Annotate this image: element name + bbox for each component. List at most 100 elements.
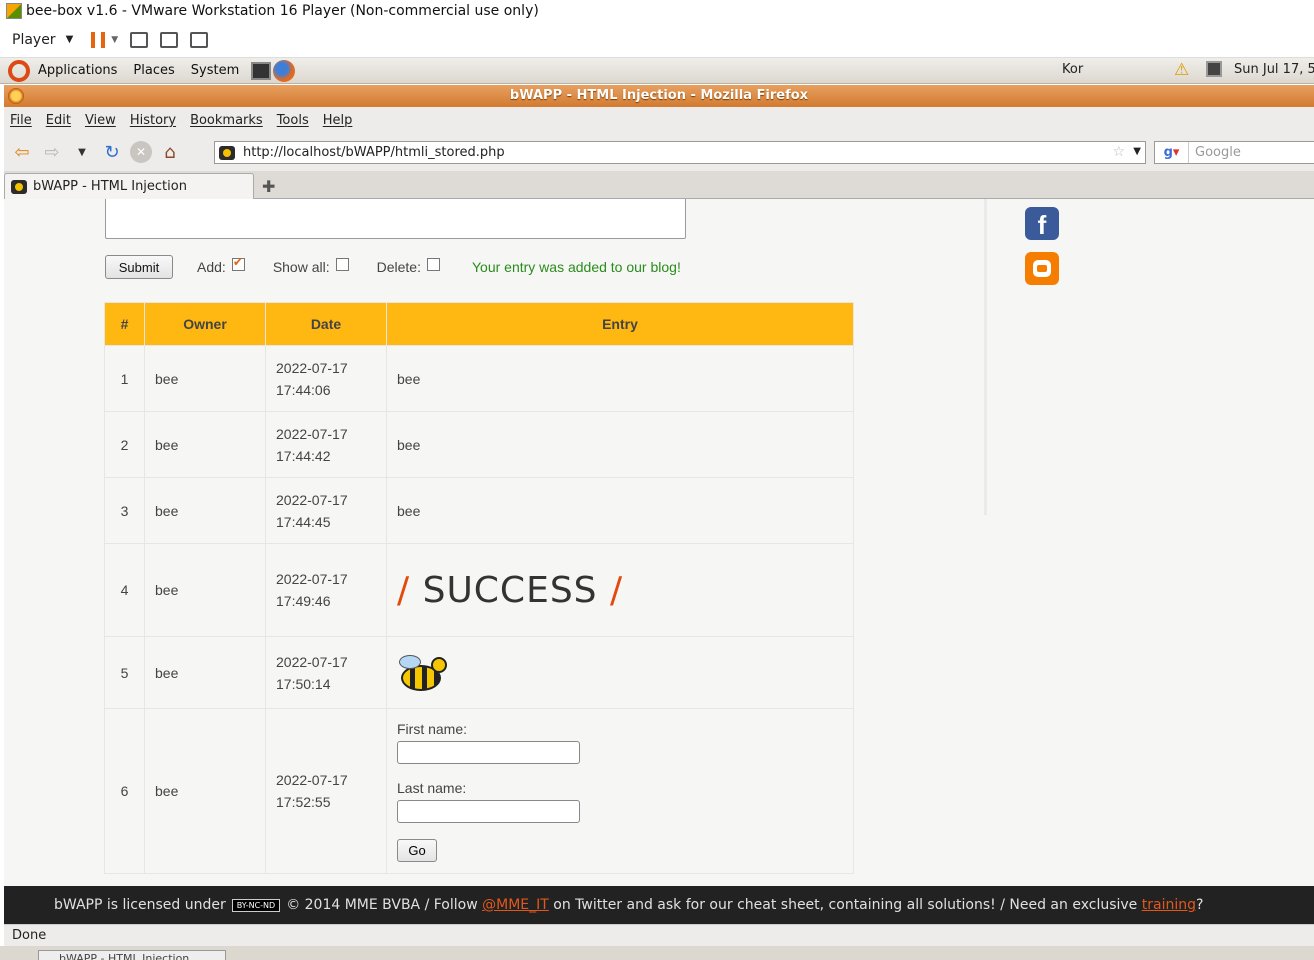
status-bar: Done: [4, 924, 1314, 946]
row-date-time: 17:44:42: [276, 447, 331, 464]
show-all-label: Show all:: [272, 259, 330, 275]
add-label: Add:: [197, 259, 226, 275]
row-date: 2022-07-17 17:52:55: [265, 708, 387, 874]
new-tab-icon[interactable]: ✚: [262, 177, 275, 196]
vmware-titlebar: bee-box v1.6 - VMware Workstation 16 Pla…: [0, 0, 1314, 22]
window-title: bWAPP - HTML Injection - Mozilla Firefox: [509, 88, 809, 103]
row-num: 3: [104, 477, 145, 544]
tab-bwapp-html-injection[interactable]: bWAPP - HTML Injection: [4, 173, 254, 199]
places-menu[interactable]: Places: [133, 63, 174, 78]
url-text[interactable]: http://localhost/bWAPP/htmli_stored.php: [243, 145, 505, 160]
menu-history[interactable]: History: [130, 113, 176, 128]
menu-tools[interactable]: Tools: [277, 113, 309, 128]
system-menu[interactable]: System: [191, 63, 239, 78]
training-link[interactable]: training: [1142, 897, 1196, 913]
last-name-input[interactable]: [397, 799, 580, 823]
delete-checkbox[interactable]: [426, 257, 440, 271]
row-date: 2022-07-17 17:44:42: [265, 411, 387, 478]
blogger-icon[interactable]: [1025, 252, 1059, 285]
pause-dropdown-icon[interactable]: ▼: [111, 35, 118, 45]
applications-menu[interactable]: Applications: [38, 63, 117, 78]
entry-textarea[interactable]: [105, 199, 686, 239]
row-entry: First name: Last name: Go: [386, 708, 854, 874]
vmware-toolbar: Player ▼ ▼: [0, 22, 1314, 58]
google-engine-icon[interactable]: g ▾: [1155, 142, 1189, 163]
blog-table: # Owner Date Entry 1 bee 2022-07-17 17:4…: [104, 302, 854, 874]
row-entry: [386, 636, 854, 709]
row-date-time: 17:44:06: [276, 381, 331, 398]
player-menu[interactable]: Player: [12, 32, 56, 48]
row-num: 2: [104, 411, 145, 478]
bookmark-star-icon[interactable]: ☆: [1112, 144, 1125, 160]
add-checkbox[interactable]: [231, 255, 245, 271]
firefox-navbar: ⇦ ⇨ ▼ ↻ ✕ ⌂ http://localhost/bWAPP/htmli…: [4, 133, 1314, 171]
facebook-icon[interactable]: f: [1025, 207, 1059, 240]
warning-icon[interactable]: ⚠: [1174, 60, 1189, 80]
back-icon[interactable]: ⇦: [10, 140, 34, 164]
menu-view[interactable]: View: [85, 113, 116, 128]
row-date-day: 2022-07-17: [276, 571, 348, 587]
show-all-checkbox[interactable]: [335, 257, 349, 271]
keyboard-layout-indicator[interactable]: Kor: [1062, 62, 1083, 77]
clock[interactable]: Sun Jul 17, 5: [1234, 62, 1314, 77]
row-owner: bee: [144, 636, 266, 709]
go-button[interactable]: Go: [397, 838, 437, 862]
row-date: 2022-07-17 17:50:14: [265, 636, 387, 709]
row-date-time: 17:52:55: [276, 794, 331, 810]
header-owner: Owner: [144, 302, 266, 346]
unity-icon[interactable]: [190, 31, 209, 48]
network-icon[interactable]: [1206, 61, 1222, 77]
table-row: 2 bee 2022-07-17 17:44:42 bee: [104, 411, 854, 478]
reload-icon[interactable]: ↻: [100, 140, 124, 164]
row-owner: bee: [144, 543, 266, 637]
status-message: Your entry was added to our blog!: [471, 259, 681, 275]
footer-question-mark: ?: [1196, 897, 1204, 913]
url-dropdown-icon[interactable]: ▼: [1133, 146, 1141, 157]
terminal-launcher-icon[interactable]: [251, 61, 272, 80]
first-name-label: First name:: [397, 720, 468, 737]
row-date: 2022-07-17 17:44:45: [265, 477, 387, 544]
search-bar[interactable]: g ▾ Google: [1154, 141, 1314, 164]
window-menu-icon[interactable]: [8, 88, 24, 104]
footer-license-text: bWAPP is licensed under: [54, 897, 226, 913]
header-num: #: [104, 302, 145, 346]
row-num: 1: [104, 345, 145, 412]
home-icon[interactable]: ⌂: [158, 140, 182, 164]
url-bar[interactable]: http://localhost/bWAPP/htmli_stored.php …: [214, 141, 1146, 164]
row-num: 5: [104, 636, 145, 709]
firefox-menubar: File Edit View History Bookmarks Tools H…: [4, 107, 1314, 133]
twitter-link[interactable]: @MME_IT: [482, 897, 549, 913]
submit-button[interactable]: Submit: [105, 255, 173, 279]
row-date-day: 2022-07-17: [276, 653, 348, 670]
firefox-launcher-icon[interactable]: [273, 59, 296, 82]
history-dropdown-icon[interactable]: ▼: [70, 140, 94, 164]
stop-icon[interactable]: ✕: [130, 141, 152, 163]
menu-file[interactable]: File: [10, 113, 32, 128]
row-owner: bee: [144, 708, 266, 874]
row-date-time: 17:50:14: [276, 675, 331, 692]
table-header-row: # Owner Date Entry: [104, 302, 854, 346]
player-menu-dropdown-icon[interactable]: ▼: [66, 34, 74, 45]
site-favicon-icon[interactable]: [219, 145, 235, 160]
tab-bar: bWAPP - HTML Injection ✚: [4, 171, 1314, 199]
search-input[interactable]: Google: [1195, 145, 1241, 160]
page-content: Submit Add: Show all: Delete: Your entry…: [4, 199, 1314, 886]
row-num: 6: [104, 708, 145, 874]
header-date: Date: [265, 302, 387, 346]
menu-bookmarks[interactable]: Bookmarks: [190, 113, 263, 128]
first-name-input[interactable]: [397, 740, 580, 764]
row-date-day: 2022-07-17: [276, 359, 348, 376]
menu-help[interactable]: Help: [323, 113, 353, 128]
header-entry: Entry: [386, 302, 854, 346]
table-row: 6 bee 2022-07-17 17:52:55 First name: La…: [104, 708, 854, 874]
forward-icon[interactable]: ⇨: [40, 140, 64, 164]
row-num: 4: [104, 543, 145, 637]
pause-icon[interactable]: [91, 31, 106, 48]
taskbar-firefox-button[interactable]: bWAPP - HTML Injection: [38, 950, 226, 960]
fullscreen-icon[interactable]: [160, 31, 179, 48]
send-ctrl-alt-del-icon[interactable]: [130, 31, 149, 48]
table-row: 4 bee 2022-07-17 17:49:46 / SUCCESS /: [104, 543, 854, 637]
menu-edit[interactable]: Edit: [46, 113, 71, 128]
ubuntu-logo-icon[interactable]: [8, 59, 30, 82]
cc-license-badge-icon[interactable]: BY-NC-ND: [231, 898, 281, 912]
